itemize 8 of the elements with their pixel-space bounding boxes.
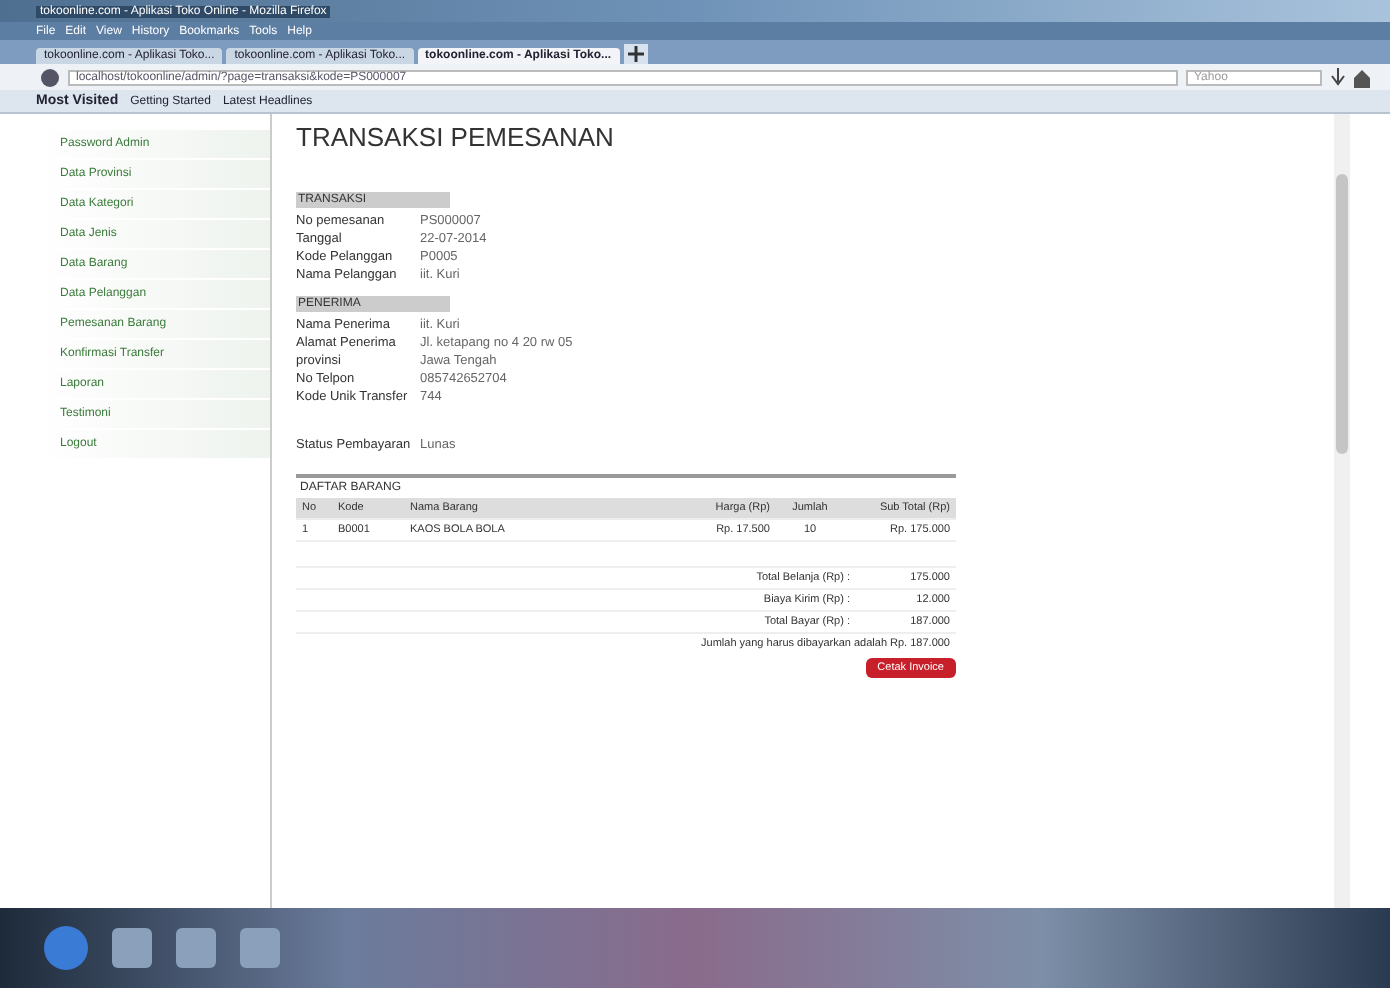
plus-icon: [627, 46, 644, 62]
scroll-thumb[interactable]: [1336, 174, 1348, 454]
home-icon[interactable]: [1354, 67, 1370, 87]
page-title: TRANSAKSI PEMESANAN: [296, 122, 616, 152]
new-tab-button[interactable]: [623, 44, 648, 64]
start-button[interactable]: [44, 926, 88, 970]
scrollbar[interactable]: [1334, 114, 1350, 908]
download-icon[interactable]: [1330, 67, 1346, 87]
